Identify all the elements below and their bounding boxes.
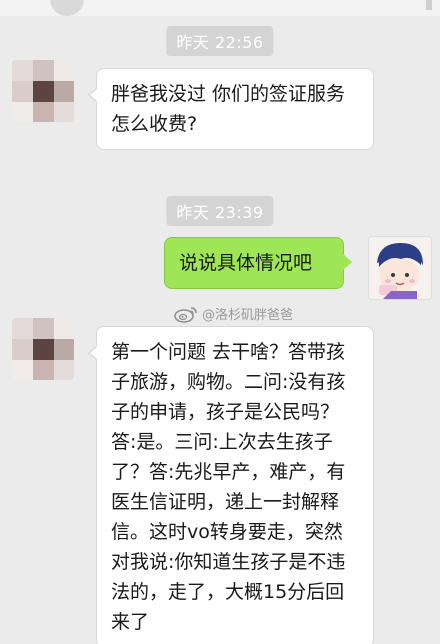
previous-message-edge — [0, 0, 440, 16]
watermark: @洛杉矶胖爸爸 — [174, 304, 293, 323]
my-avatar[interactable] — [368, 236, 432, 300]
message-bubble-received[interactable]: 第一个问题 去干啥？答带孩子旅游，购物。二问:没有孩子的申请，孩子是公民吗？答:… — [88, 326, 374, 644]
previous-avatar-edge — [50, 0, 84, 16]
message-bubble-received[interactable]: 胖爸我没过 你们的签证服务怎么收费? — [88, 68, 374, 150]
message-text: 第一个问题 去干啥？答带孩子旅游，购物。二问:没有孩子的申请，孩子是公民吗？答:… — [111, 341, 346, 633]
cartoon-avatar-icon — [369, 237, 431, 299]
message-text: 胖爸我没过 你们的签证服务怎么收费? — [111, 83, 346, 135]
timestamp-badge: 昨天 23:39 — [166, 196, 274, 226]
watermark-text: @洛杉矶胖爸爸 — [202, 308, 294, 323]
chat-window: 昨天 22:56 胖爸我没过 你们的签证服务怎么收费? 昨天 23:39 说说具… — [0, 0, 440, 644]
message-bubble-sent[interactable]: 说说具体情况吧 — [164, 237, 352, 289]
contact-avatar[interactable] — [12, 318, 74, 380]
scroll-indicator — [426, 0, 432, 10]
message-text: 说说具体情况吧 — [179, 252, 313, 274]
weibo-icon — [174, 306, 197, 323]
contact-avatar[interactable] — [12, 60, 74, 122]
timestamp-badge: 昨天 22:56 — [166, 26, 274, 56]
